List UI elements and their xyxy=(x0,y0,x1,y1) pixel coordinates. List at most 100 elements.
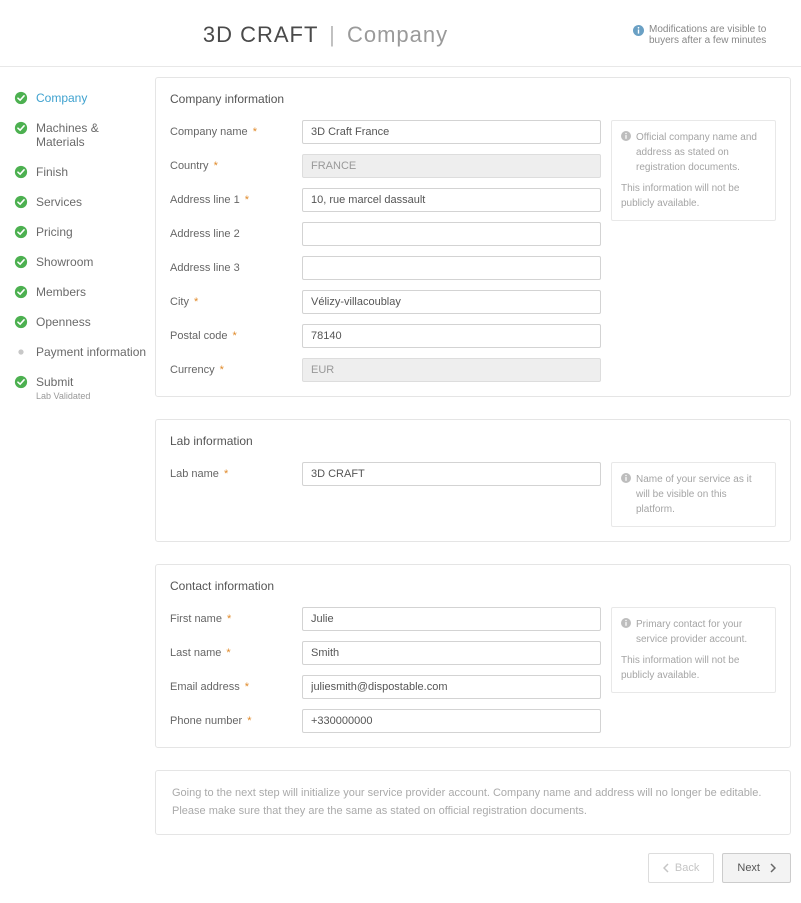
field-label: Last name * xyxy=(170,647,302,659)
nav-item-label: Payment information xyxy=(36,345,146,359)
address2-input[interactable] xyxy=(302,222,601,246)
nav-item-showroom[interactable]: Showroom xyxy=(0,247,155,277)
lab-info-box: Name of your service as it will be visib… xyxy=(611,462,776,527)
nav-item-label: Company xyxy=(36,91,87,105)
required-asterisk: * xyxy=(221,468,228,480)
field-row-company_name: Company name * xyxy=(170,120,601,144)
header-notice: Modifications are visible to buyers afte… xyxy=(633,24,783,46)
title-separator: | xyxy=(329,22,336,47)
address1-input[interactable] xyxy=(302,188,601,212)
page-title: 3D CRAFT | Company xyxy=(18,22,633,48)
check-circle-icon xyxy=(14,121,28,135)
field-row-phone: Phone number * xyxy=(170,709,601,733)
nav-item-services[interactable]: Services xyxy=(0,187,155,217)
field-label: Address line 1 * xyxy=(170,194,302,206)
contact-section: Contact information First name * Last nam… xyxy=(155,564,791,748)
required-asterisk: * xyxy=(229,330,236,342)
field-label: Company name * xyxy=(170,126,302,138)
footer-actions: Back Next xyxy=(155,853,791,883)
field-row-country: Country * xyxy=(170,154,601,178)
lab-section: Lab information Lab name * Name of your … xyxy=(155,419,791,542)
info-icon xyxy=(621,473,631,483)
check-circle-icon xyxy=(14,255,28,269)
chevron-left-icon xyxy=(663,863,669,873)
field-label: Phone number * xyxy=(170,715,302,727)
next-button[interactable]: Next xyxy=(722,853,791,883)
field-row-email: Email address * xyxy=(170,675,601,699)
nav-item-label: Services xyxy=(36,195,82,209)
section-title: Lab information xyxy=(170,434,776,448)
nav-item-label: Pricing xyxy=(36,225,73,239)
city-input[interactable] xyxy=(302,290,601,314)
section-title: Company information xyxy=(170,92,776,106)
field-row-address3: Address line 3 xyxy=(170,256,601,280)
nav-item-label: Machines & Materials xyxy=(36,121,99,149)
back-button[interactable]: Back xyxy=(648,853,714,883)
country-input xyxy=(302,154,601,178)
info-icon xyxy=(621,618,631,628)
check-circle-icon xyxy=(14,225,28,239)
check-circle-icon xyxy=(14,195,28,209)
nav-item-submit[interactable]: Submit Lab Validated xyxy=(0,367,155,409)
page-name: Company xyxy=(347,22,448,47)
field-row-currency: Currency * xyxy=(170,358,601,382)
nav-item-pricing[interactable]: Pricing xyxy=(0,217,155,247)
check-circle-icon xyxy=(14,91,28,105)
nav-item-label: Members xyxy=(36,285,86,299)
main-layout: Company Machines & Materials Finish Service… xyxy=(0,67,801,903)
nav-item-label: Openness xyxy=(36,315,91,329)
nav-item-label: Showroom xyxy=(36,255,93,269)
nav-item-company[interactable]: Company xyxy=(0,83,155,113)
required-asterisk: * xyxy=(250,126,257,138)
nav-item-label: Submit xyxy=(36,375,73,389)
company-section: Company information Company name * Countr… xyxy=(155,77,791,397)
field-label: Postal code * xyxy=(170,330,302,342)
field-label: Email address * xyxy=(170,681,302,693)
brand-name: 3D CRAFT xyxy=(203,22,318,47)
field-row-lab_name: Lab name * xyxy=(170,462,601,486)
nav-item-finish[interactable]: Finish xyxy=(0,157,155,187)
nav-item-members[interactable]: Members xyxy=(0,277,155,307)
field-label: First name * xyxy=(170,613,302,625)
nav-item-machines-materials[interactable]: Machines & Materials xyxy=(0,113,155,157)
first_name-input[interactable] xyxy=(302,607,601,631)
check-circle-icon xyxy=(14,375,28,389)
field-label: Lab name * xyxy=(170,468,302,480)
content-area: Company information Company name * Countr… xyxy=(155,77,801,903)
required-asterisk: * xyxy=(224,613,231,625)
page-header: 3D CRAFT | Company Modifications are vis… xyxy=(0,0,801,67)
field-row-city: City * xyxy=(170,290,601,314)
field-label: City * xyxy=(170,296,302,308)
field-row-address1: Address line 1 * xyxy=(170,188,601,212)
step-sidebar: Company Machines & Materials Finish Service… xyxy=(0,77,155,903)
info-icon xyxy=(621,131,631,141)
lab_name-input[interactable] xyxy=(302,462,601,486)
required-asterisk: * xyxy=(244,715,251,727)
check-circle-icon xyxy=(14,285,28,299)
field-label: Country * xyxy=(170,160,302,172)
field-label: Currency * xyxy=(170,364,302,376)
phone-input[interactable] xyxy=(302,709,601,733)
address3-input[interactable] xyxy=(302,256,601,280)
currency-input xyxy=(302,358,601,382)
postal-input[interactable] xyxy=(302,324,601,348)
field-label: Address line 2 xyxy=(170,228,302,240)
nav-item-openness[interactable]: Openness xyxy=(0,307,155,337)
required-asterisk: * xyxy=(211,160,218,172)
required-asterisk: * xyxy=(242,681,249,693)
nav-item-payment-information[interactable]: Payment information xyxy=(0,337,155,367)
check-circle-icon xyxy=(14,165,28,179)
company-info-box: Official company name and address as sta… xyxy=(611,120,776,221)
contact-info-box: Primary contact for your service provide… xyxy=(611,607,776,693)
company_name-input[interactable] xyxy=(302,120,601,144)
required-asterisk: * xyxy=(223,647,230,659)
last_name-input[interactable] xyxy=(302,641,601,665)
field-row-last_name: Last name * xyxy=(170,641,601,665)
nav-item-sub: Lab Validated xyxy=(36,391,90,401)
section-title: Contact information xyxy=(170,579,776,593)
nav-item-label: Finish xyxy=(36,165,68,179)
check-circle-icon xyxy=(14,315,28,329)
dot-icon xyxy=(14,345,28,359)
required-asterisk: * xyxy=(191,296,198,308)
email-input[interactable] xyxy=(302,675,601,699)
